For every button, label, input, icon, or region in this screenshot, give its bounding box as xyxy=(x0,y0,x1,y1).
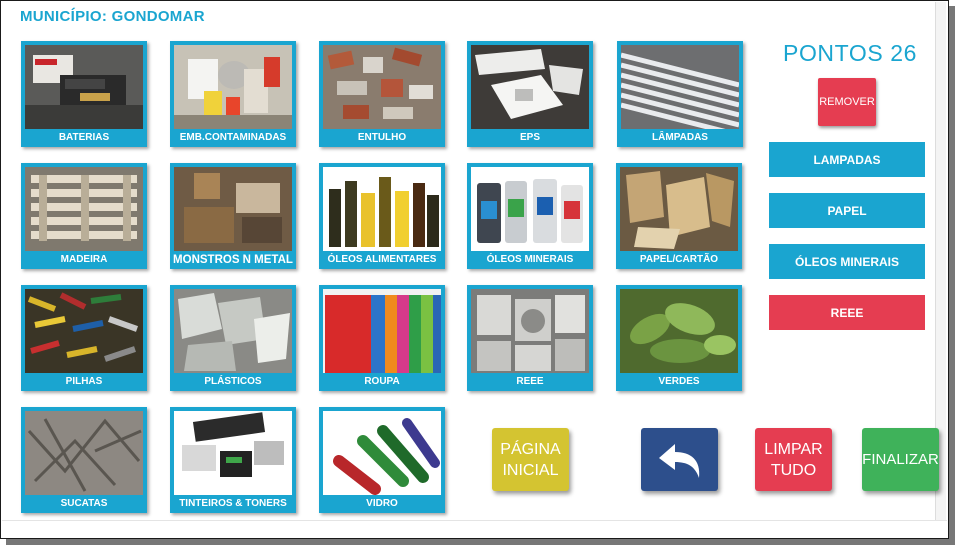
category-tile-pilhas[interactable]: PILHAS xyxy=(21,285,147,391)
rubble-image xyxy=(323,45,441,129)
selected-item-oleos-minerais[interactable]: ÓLEOS MINERAIS xyxy=(769,244,925,279)
category-label: SUCATAS xyxy=(60,498,108,509)
horizontal-scrollbar[interactable] xyxy=(2,520,947,537)
municipality-title: MUNICÍPIO: GONDOMAR xyxy=(20,8,205,25)
category-tile-tinteiros-toners[interactable]: TINTEIROS & TONERS xyxy=(170,407,296,513)
selected-item-reee[interactable]: REEE xyxy=(769,295,925,330)
category-label: PAPEL/CARTÃO xyxy=(639,254,719,265)
remove-button[interactable]: REMOVER xyxy=(818,78,876,126)
category-label: BATERIAS xyxy=(58,132,110,143)
clear-all-label: LIMPAR TUDO xyxy=(764,440,823,479)
category-label: EMB.CONTAMINADAS xyxy=(179,132,287,143)
glass-bottles-image xyxy=(323,411,441,495)
category-tile-oleos-minerais[interactable]: ÓLEOS MINERAIS xyxy=(467,163,593,269)
finish-button[interactable]: FINALIZAR xyxy=(862,428,939,491)
category-tile-entulho[interactable]: ENTULHO xyxy=(319,41,445,147)
selected-item-lampadas[interactable]: LAMPADAS xyxy=(769,142,925,177)
category-label: REEE xyxy=(516,376,544,387)
bulky-waste-image xyxy=(174,167,292,251)
category-label: ROUPA xyxy=(364,376,400,387)
selected-item-papel[interactable]: PAPEL xyxy=(769,193,925,228)
back-button[interactable] xyxy=(641,428,718,491)
category-label: EPS xyxy=(519,132,540,143)
wood-pallets-image xyxy=(25,167,143,251)
batteries-image xyxy=(25,45,143,129)
plastics-image xyxy=(174,289,292,373)
batteries-cells-image xyxy=(25,289,143,373)
category-tile-reee[interactable]: REEE xyxy=(467,285,593,391)
clothes-image xyxy=(323,289,441,373)
category-label: TINTEIROS & TONERS xyxy=(179,498,287,509)
category-label: ENTULHO xyxy=(357,132,407,143)
category-tile-papel-cartao[interactable]: PAPEL/CARTÃO xyxy=(616,163,742,269)
category-label: PLÁSTICOS xyxy=(204,376,262,387)
green-waste-image xyxy=(620,289,738,373)
ink-toner-image xyxy=(174,411,292,495)
category-label: ÓLEOS ALIMENTARES xyxy=(327,254,437,265)
category-label: ÓLEOS MINERAIS xyxy=(486,254,574,265)
category-tile-oleos-alimentares[interactable]: ÓLEOS ALIMENTARES xyxy=(319,163,445,269)
finish-label: FINALIZAR xyxy=(862,451,939,468)
scrap-metal-image xyxy=(25,411,143,495)
points-counter: PONTOS 26 xyxy=(783,40,918,66)
undo-arrow-icon xyxy=(658,443,699,478)
category-label: VIDRO xyxy=(366,498,398,509)
eps-foam-image xyxy=(471,45,589,129)
home-page-label: PÁGINA INICIAL xyxy=(500,440,561,479)
home-page-button[interactable]: PÁGINA INICIAL xyxy=(492,428,569,491)
category-label: MONSTROS N METAL xyxy=(173,254,293,266)
fluorescent-tubes-image xyxy=(621,45,739,129)
contaminated-packaging-image xyxy=(174,45,292,129)
electronic-waste-image xyxy=(471,289,589,373)
category-tile-verdes[interactable]: VERDES xyxy=(616,285,742,391)
category-label: PILHAS xyxy=(65,376,103,387)
category-label: LÂMPADAS xyxy=(652,132,708,143)
category-tile-plasticos[interactable]: PLÁSTICOS xyxy=(170,285,296,391)
category-label: VERDES xyxy=(658,376,700,387)
category-tile-roupa[interactable]: ROUPA xyxy=(319,285,445,391)
category-tile-emb-contaminadas[interactable]: EMB.CONTAMINADAS xyxy=(170,41,296,147)
category-tile-eps[interactable]: EPS xyxy=(467,41,593,147)
cooking-oil-bottles-image xyxy=(323,167,441,251)
category-label: MADEIRA xyxy=(60,254,108,265)
motor-oil-bottles-image xyxy=(471,167,589,251)
category-tile-vidro[interactable]: VIDRO xyxy=(319,407,445,513)
clear-all-button[interactable]: LIMPAR TUDO xyxy=(755,428,832,491)
category-tile-baterias[interactable]: BATERIAS xyxy=(21,41,147,147)
category-tile-lampadas[interactable]: LÂMPADAS xyxy=(617,41,743,147)
category-tile-madeira[interactable]: MADEIRA xyxy=(21,163,147,269)
category-tile-sucatas[interactable]: SUCATAS xyxy=(21,407,147,513)
cardboard-image xyxy=(620,167,738,251)
category-tile-monstros-n-metal[interactable]: MONSTROS N METAL xyxy=(170,163,296,269)
